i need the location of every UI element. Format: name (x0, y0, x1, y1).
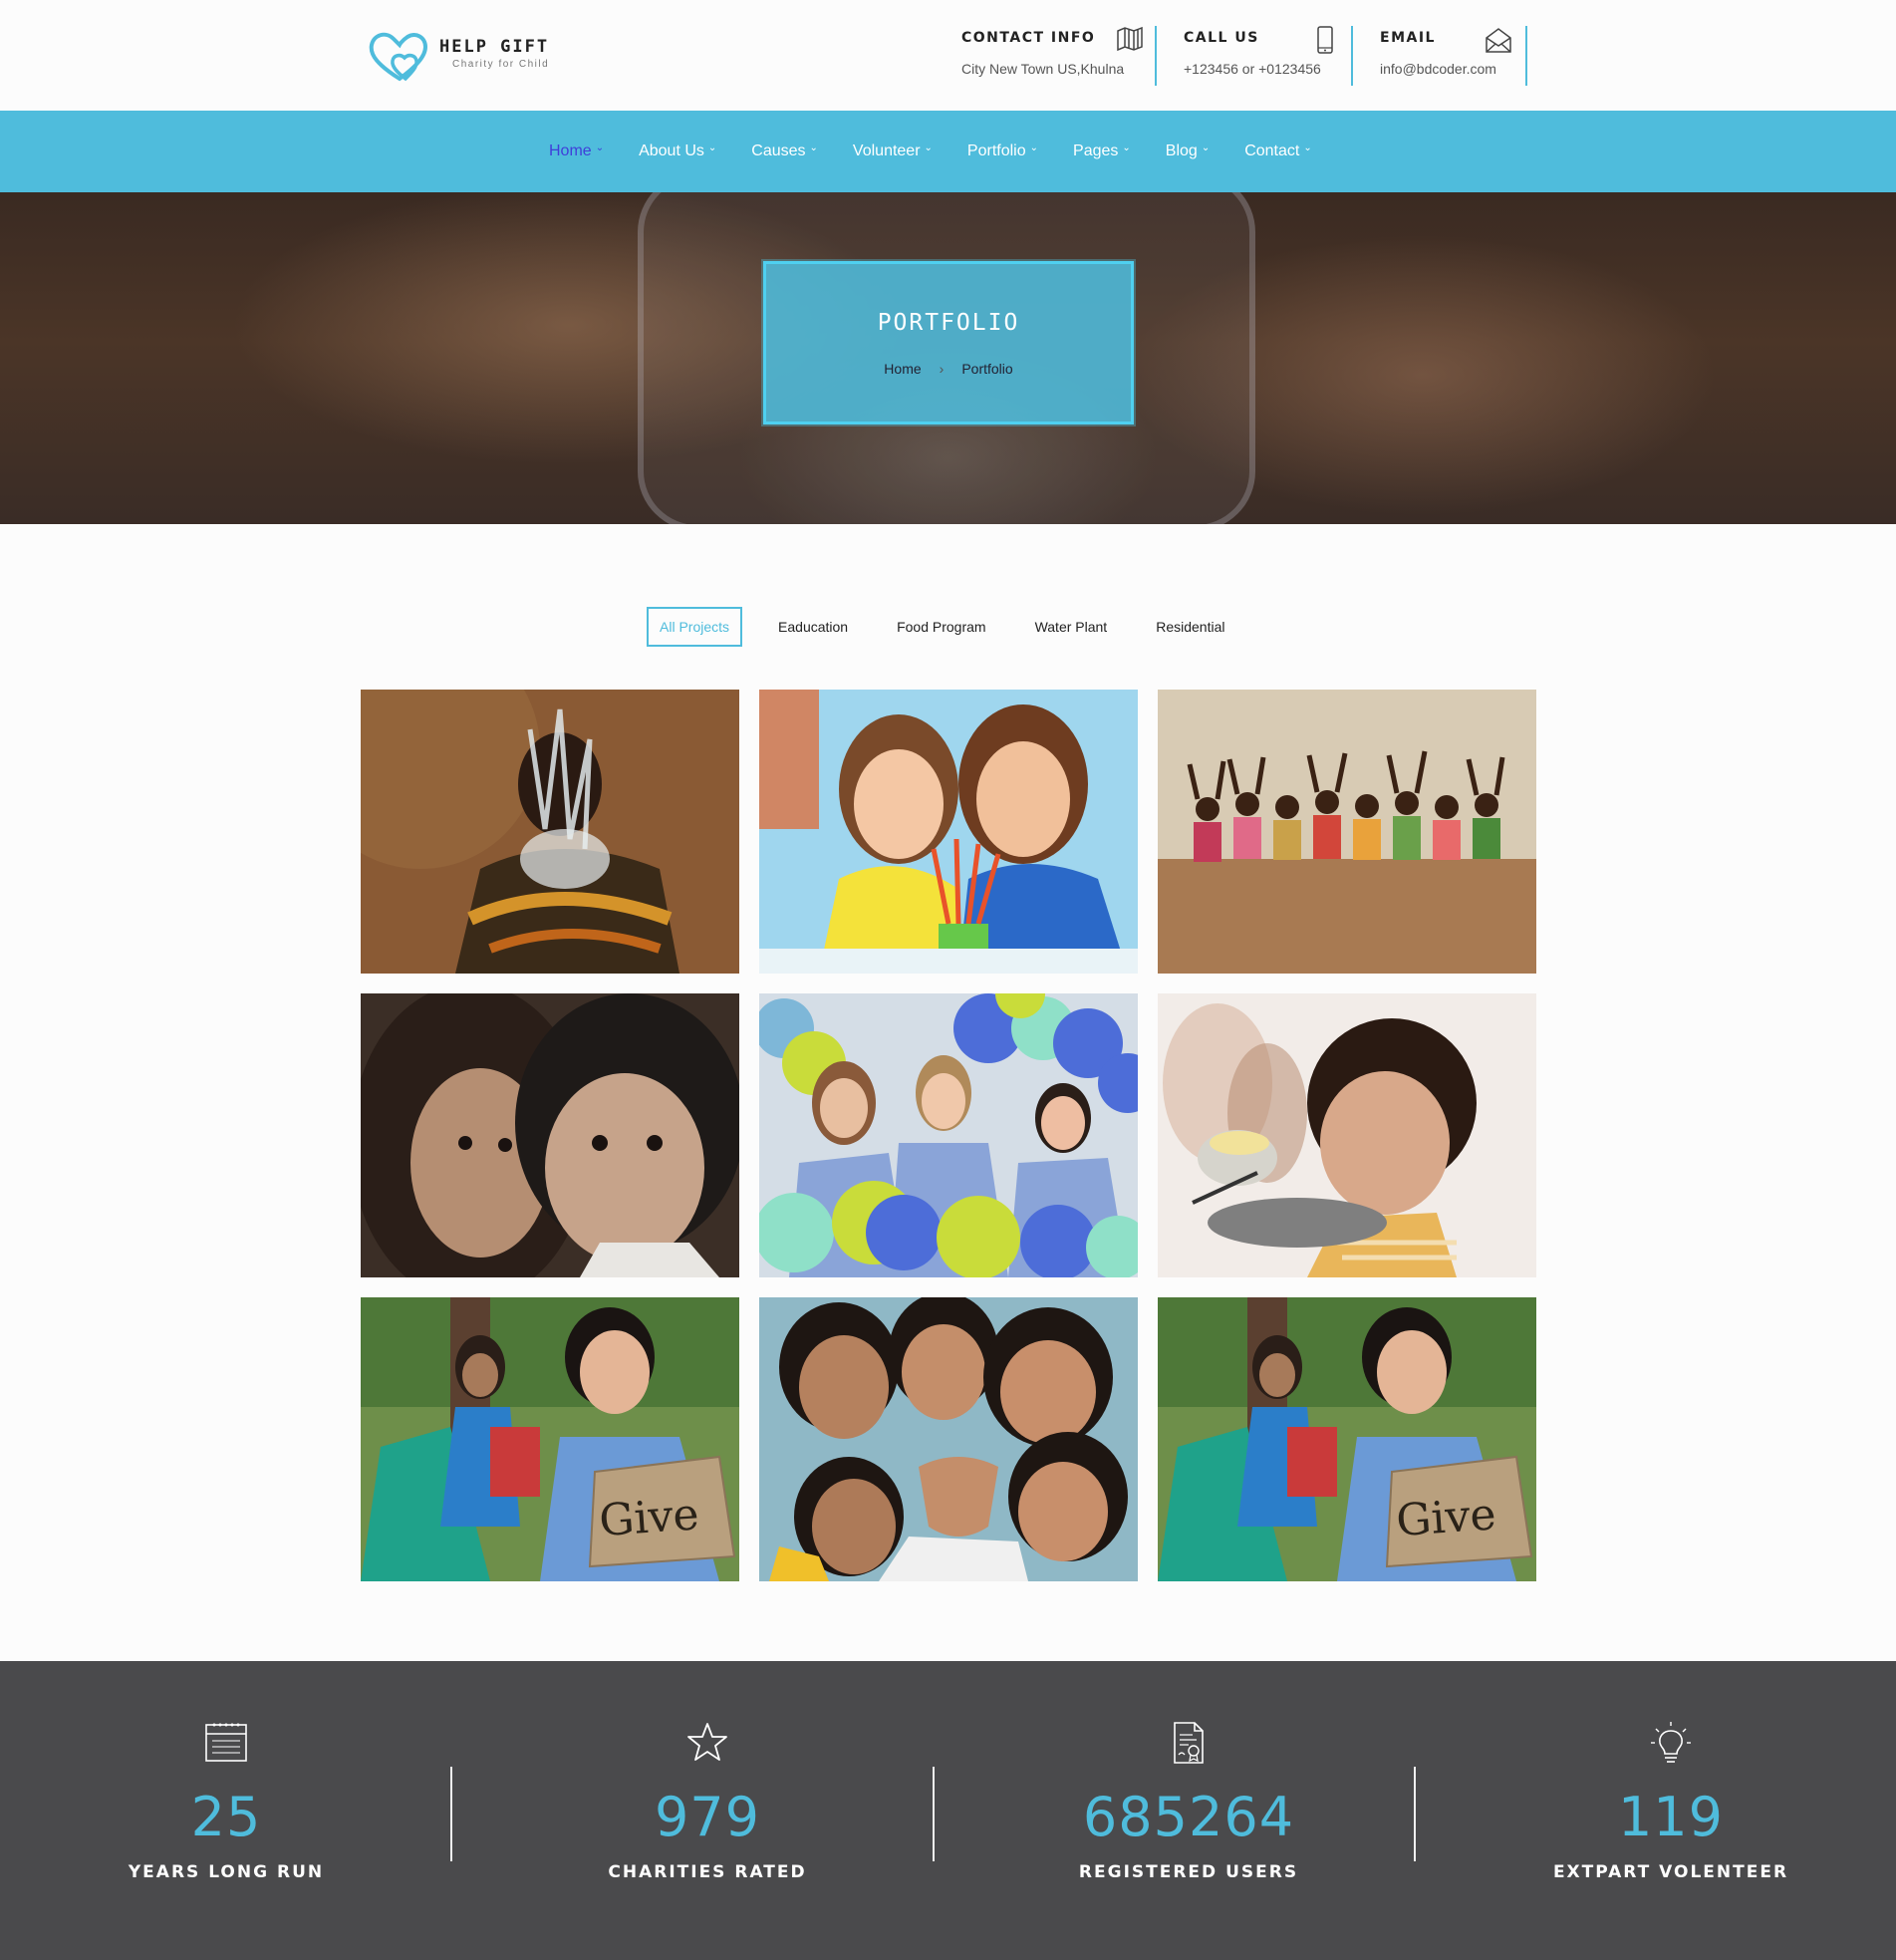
brand-name: HELP GIFT (439, 37, 550, 57)
breadcrumb-current: Portfolio (961, 361, 1013, 377)
portfolio-item-girl-give-sign-2[interactable]: Give (1158, 1297, 1536, 1581)
nav-item-portfolio[interactable]: Portfolio ⌄ (967, 142, 1038, 160)
filter-eaducation[interactable]: Eaducation (765, 607, 861, 647)
portfolio-item-girl-give-sign[interactable]: Give (361, 1297, 739, 1581)
stat-charities: 979 CHARITIES RATED (466, 1661, 948, 1960)
chevron-down-icon: ⌄ (924, 141, 933, 153)
nav-item-volunteer[interactable]: Volunteer ⌄ (853, 142, 933, 160)
portfolio-item-two-girls-classroom[interactable] (759, 690, 1138, 974)
nav-item-pages[interactable]: Pages ⌄ (1073, 142, 1131, 160)
portfolio-item-volunteers-balloons[interactable] (759, 993, 1138, 1277)
nav-item-home[interactable]: Home ⌄ (549, 142, 604, 160)
filter-food-program[interactable]: Food Program (884, 607, 998, 647)
nav-item-label: Pages (1073, 142, 1119, 159)
stat-years-label: YEARS LONG RUN (128, 1862, 325, 1882)
chevron-down-icon: ⌄ (1029, 141, 1039, 153)
nav-item-label: Contact (1244, 142, 1300, 159)
portfolio-item-children-on-wall[interactable] (1158, 690, 1536, 974)
filter-residential[interactable]: Residential (1143, 607, 1237, 647)
chevron-down-icon: ⌄ (1303, 141, 1312, 153)
filter-all-projects[interactable]: All Projects (647, 607, 743, 647)
portfolio-item-boy-eating[interactable] (1158, 993, 1536, 1277)
nav-item-label: Causes (751, 142, 806, 159)
hero-title-box: PORTFOLIO Home › Portfolio (763, 261, 1134, 424)
star-icon (685, 1721, 729, 1768)
chevron-down-icon: ⌄ (1122, 141, 1131, 153)
site-header: HELP GIFT Charity for Child CONTACT INFO… (0, 0, 1896, 111)
nav-item-label: Blog (1165, 142, 1198, 159)
contact-info-block: CONTACT INFO City New Town US,Khulna (961, 26, 1157, 86)
stat-divider (1414, 1767, 1416, 1861)
chevron-down-icon: ⌄ (595, 141, 605, 153)
breadcrumb-home-link[interactable]: Home (884, 361, 921, 377)
envelope-icon (1485, 26, 1512, 59)
stat-divider (933, 1767, 935, 1861)
give-sign-text: Give (598, 1489, 700, 1546)
nav-item-causes[interactable]: Causes ⌄ (751, 142, 818, 160)
filter-water-plant[interactable]: Water Plant (1022, 607, 1121, 647)
map-icon (1116, 26, 1144, 57)
stats-section: 25 YEARS LONG RUN 979 CHARITIES RATED 68… (0, 1661, 1896, 1960)
email-block: EMAIL info@bdcoder.com (1380, 26, 1527, 86)
calendar-icon (204, 1721, 248, 1768)
call-us-value[interactable]: +123456 or +0123456 (1184, 61, 1339, 77)
main-navigation: Home ⌄ About Us ⌄ Causes ⌄ Volunteer ⌄ Portfolio… (0, 111, 1896, 192)
nav-item-blog[interactable]: Blog ⌄ (1166, 142, 1210, 160)
brand-tagline: Charity for Child (452, 59, 550, 70)
nav-item-label: About Us (639, 142, 704, 159)
contact-info-value[interactable]: City New Town US,Khulna (961, 61, 1143, 77)
stat-years-value: 25 (190, 1786, 262, 1848)
stat-users: 685264 REGISTERED USERS (948, 1661, 1430, 1960)
stat-divider (450, 1767, 452, 1861)
nav-item-label: Home (549, 142, 592, 159)
portfolio-item-happy-children-group[interactable] (759, 1297, 1138, 1581)
nav-menu: Home ⌄ About Us ⌄ Causes ⌄ Volunteer ⌄ Portfolio… (549, 142, 1347, 160)
chevron-down-icon: ⌄ (707, 141, 717, 153)
stat-users-value: 685264 (1082, 1786, 1295, 1848)
email-value[interactable]: info@bdcoder.com (1380, 61, 1513, 77)
chevron-down-icon: ⌄ (809, 141, 818, 153)
give-sign-text: Give (1395, 1489, 1497, 1546)
nav-item-about-us[interactable]: About Us ⌄ (639, 142, 716, 160)
stat-charities-value: 979 (654, 1786, 761, 1848)
logo[interactable]: HELP GIFT Charity for Child (368, 25, 567, 85)
stat-years: 25 YEARS LONG RUN (0, 1661, 467, 1960)
stat-volunteers-label: EXTPART VOLENTEER (1552, 1862, 1789, 1882)
nav-item-label: Portfolio (966, 142, 1026, 159)
call-us-block: CALL US +123456 or +0123456 (1184, 26, 1353, 86)
page-title: PORTFOLIO (877, 310, 1020, 336)
stat-charities-label: CHARITIES RATED (608, 1862, 807, 1882)
lightbulb-icon (1650, 1721, 1692, 1770)
phone-icon (1316, 26, 1334, 59)
hearts-logo-icon (369, 32, 428, 82)
chevron-right-icon: › (939, 361, 945, 377)
portfolio-filters: All Projects Eaducation Food Program Water … (647, 607, 1260, 647)
stat-volunteers: 119 EXTPART VOLENTEER (1430, 1661, 1896, 1960)
nav-item-label: Volunteer (852, 142, 921, 159)
breadcrumb: Home › Portfolio (766, 361, 1131, 377)
stat-users-label: REGISTERED USERS (1078, 1862, 1299, 1882)
chevron-down-icon: ⌄ (1201, 141, 1211, 153)
stat-volunteers-value: 119 (1617, 1786, 1725, 1848)
nav-item-contact[interactable]: Contact ⌄ (1244, 142, 1312, 160)
portfolio-item-boy-water-splash[interactable] (361, 690, 739, 974)
certificate-icon (1169, 1721, 1209, 1770)
portfolio-item-two-children-closeup[interactable] (361, 993, 739, 1277)
